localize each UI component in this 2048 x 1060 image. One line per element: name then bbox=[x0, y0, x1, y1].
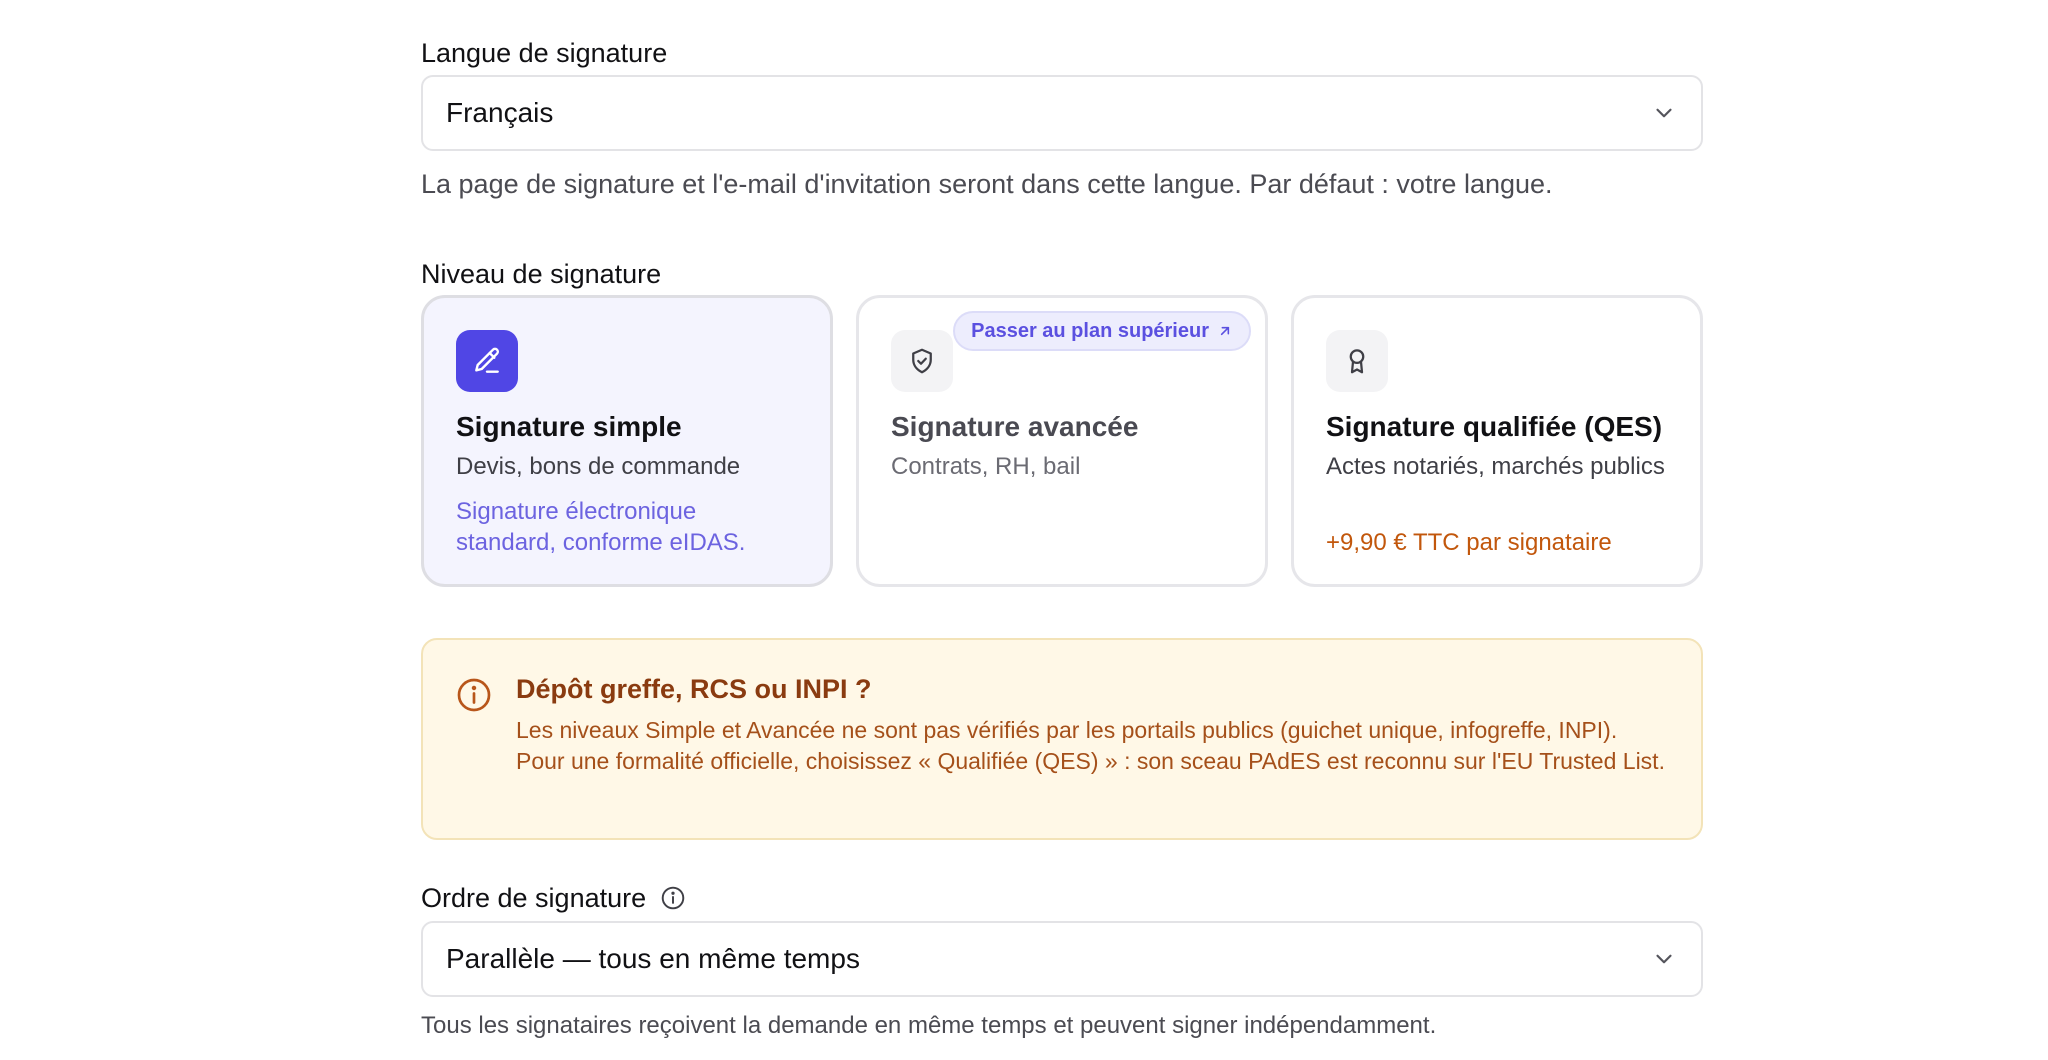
alert-title: Dépôt greffe, RCS ou INPI ? bbox=[516, 674, 872, 704]
signing-order-select-value: Parallèle — tous en même temps bbox=[446, 943, 860, 974]
language-label: Langue de signature bbox=[421, 38, 668, 68]
card-subtitle-simple: Devis, bons de commande bbox=[456, 453, 741, 480]
card-icon-advanced bbox=[891, 330, 953, 392]
card-subtitle-qualified: Actes notariés, marchés publics bbox=[1326, 453, 1665, 480]
pen-icon bbox=[475, 347, 500, 373]
card-title-qualified: Signature qualifiée (QES) bbox=[1326, 411, 1663, 442]
language-select[interactable]: Français bbox=[421, 75, 1703, 151]
card-subtitle-advanced: Contrats, RH, bail bbox=[891, 453, 1081, 480]
level-card-simple[interactable]: Signature simple Devis, bons de commande… bbox=[421, 295, 833, 587]
upgrade-plan-label: Passer au plan supérieur bbox=[971, 319, 1209, 342]
language-help-text: La page de signature et l'e-mail d'invit… bbox=[421, 169, 1553, 199]
upgrade-plan-badge[interactable]: Passer au plan supérieur bbox=[953, 311, 1251, 351]
signature-level-options: Signature simple Devis, bons de commande… bbox=[421, 295, 1703, 587]
signature-level-label: Niveau de signature bbox=[421, 259, 662, 289]
card-icon-simple bbox=[456, 330, 518, 392]
alert-body: Les niveaux Simple et Avancée ne sont pa… bbox=[516, 717, 1665, 774]
signing-order-label: Ordre de signature bbox=[421, 882, 686, 914]
shield-check-icon bbox=[912, 348, 932, 374]
level-card-qualified[interactable]: Signature qualifiée (QES) Actes notariés… bbox=[1291, 295, 1703, 587]
registry-filing-alert: Dépôt greffe, RCS ou INPI ? Les niveaux … bbox=[421, 638, 1703, 840]
info-icon[interactable] bbox=[660, 885, 686, 911]
card-title-simple: Signature simple bbox=[456, 411, 682, 442]
award-icon bbox=[1349, 349, 1365, 374]
signing-order-select[interactable]: Parallèle — tous en même temps bbox=[421, 921, 1703, 997]
arrow-up-right-icon bbox=[1220, 326, 1230, 336]
chevron-down-icon bbox=[1656, 108, 1672, 118]
level-card-advanced[interactable]: Passer au plan supérieur Signature avanc… bbox=[856, 295, 1268, 587]
card-note-simple: Signature électronique standard, conform… bbox=[456, 498, 746, 556]
card-note-qualified: +9,90 € TTC par signataire bbox=[1326, 529, 1612, 556]
card-icon-qualified bbox=[1326, 330, 1388, 392]
language-select-value: Français bbox=[446, 97, 554, 128]
info-icon bbox=[457, 678, 491, 712]
signing-order-label-text: Ordre de signature bbox=[421, 883, 647, 913]
chevron-down-icon bbox=[1656, 954, 1672, 964]
signing-order-help-text: Tous les signataires reçoivent la demand… bbox=[421, 1012, 1437, 1039]
card-title-advanced: Signature avancée bbox=[891, 411, 1139, 442]
